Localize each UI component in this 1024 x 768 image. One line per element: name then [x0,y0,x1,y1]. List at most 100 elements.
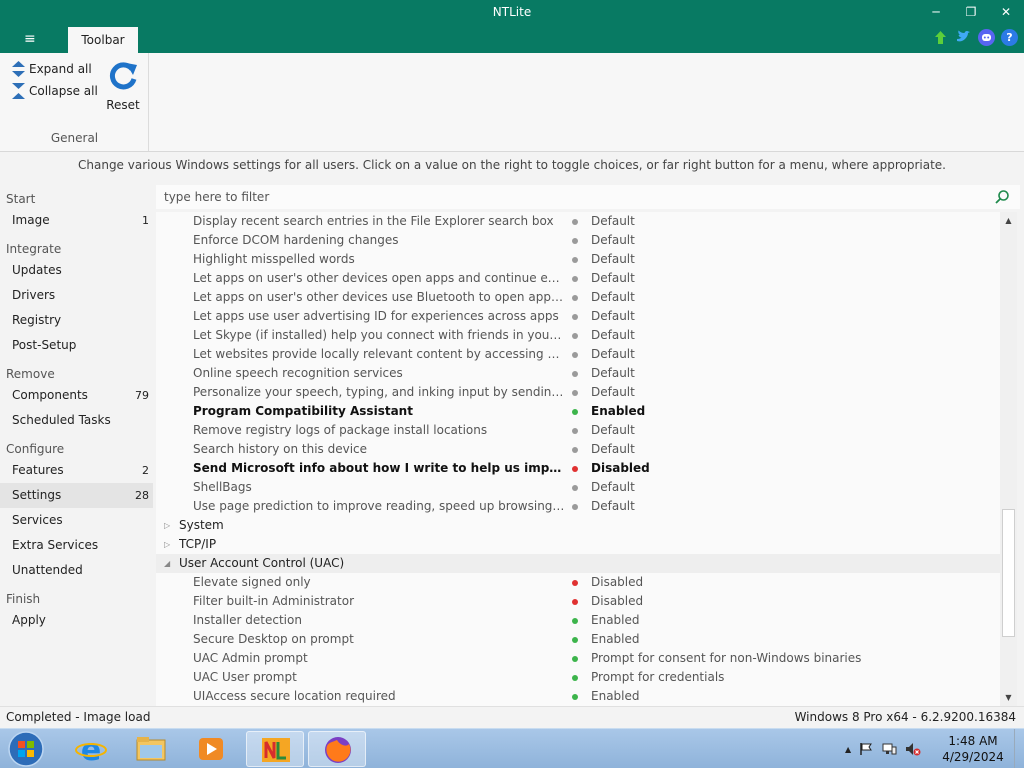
sidebar-item-extra-services[interactable]: Extra Services [0,533,153,558]
media-player-icon[interactable] [182,731,240,767]
setting-value[interactable]: Default [591,383,635,402]
reset-button[interactable]: Reset [105,59,141,112]
setting-value[interactable]: Default [591,250,635,269]
setting-value[interactable]: Enabled [591,402,645,421]
sidebar-item-unattended[interactable]: Unattended [0,558,153,583]
setting-row[interactable]: Remove registry logs of package install … [156,421,1000,440]
setting-value[interactable]: Default [591,345,635,364]
setting-row[interactable]: Let Skype (if installed) help you connec… [156,326,1000,345]
setting-row[interactable]: Installer detection Enabled [156,611,1000,630]
restore-button[interactable]: ❐ [957,3,985,21]
scroll-thumb[interactable] [1002,509,1015,637]
tab-toolbar[interactable]: Toolbar [68,27,138,53]
menu-icon[interactable]: ≡ [24,31,36,47]
sidebar-item-features[interactable]: Features 2 [0,458,153,483]
filter-input[interactable] [164,188,984,206]
help-icon[interactable]: ? [1001,29,1018,46]
setting-row[interactable]: Secure Desktop on prompt Enabled [156,630,1000,649]
setting-row[interactable]: Filter built-in Administrator Disabled [156,592,1000,611]
collapse-arrow-icon[interactable]: ◢ [164,554,170,573]
setting-row[interactable]: Personalize your speech, typing, and ink… [156,383,1000,402]
expand-all-button[interactable]: Expand all [12,61,92,77]
vertical-scrollbar[interactable]: ▲ ▼ [1000,212,1017,706]
setting-name: UAC User prompt [193,670,297,684]
setting-row[interactable]: Online speech recognition services Defaul… [156,364,1000,383]
scroll-down-icon[interactable]: ▼ [1000,689,1017,706]
setting-value[interactable]: Default [591,497,635,516]
group-row[interactable]: ◢ User Account Control (UAC) [156,554,1000,573]
sidebar-item-components[interactable]: Components 79 [0,383,153,408]
expand-arrow-icon[interactable]: ▷ [164,535,170,554]
taskbar: e ▲ 1:48 AM 4/29/2024 [0,728,1024,768]
setting-value[interactable]: Default [591,288,635,307]
sidebar-item-image[interactable]: Image 1 [0,208,153,233]
setting-row[interactable]: Let apps on user's other devices open ap… [156,269,1000,288]
setting-row[interactable]: Search history on this device Default [156,440,1000,459]
setting-value[interactable]: Enabled [591,611,640,630]
setting-value[interactable]: Enabled [591,630,640,649]
sidebar-item-registry[interactable]: Registry [0,308,153,333]
setting-row[interactable]: Let apps on user's other devices use Blu… [156,288,1000,307]
search-icon[interactable] [994,189,1010,205]
setting-name: Let apps on user's other devices open ap… [193,271,565,285]
sidebar-item-post-setup[interactable]: Post-Setup [0,333,153,358]
setting-value[interactable]: Default [591,307,635,326]
setting-value[interactable]: Default [591,269,635,288]
setting-row[interactable]: ShellBags Default [156,478,1000,497]
network-icon[interactable] [881,742,897,756]
sidebar-item-settings[interactable]: Settings 28 [0,483,153,508]
setting-value[interactable]: Default [591,421,635,440]
setting-row[interactable]: UAC Admin prompt Prompt for consent for n… [156,649,1000,668]
discord-icon[interactable] [978,29,995,46]
volume-muted-icon[interactable] [905,742,921,756]
setting-row[interactable]: Program Compatibility Assistant Enabled [156,402,1000,421]
twitter-icon[interactable] [955,29,972,46]
windows-start-icon[interactable] [6,730,46,768]
sidebar-item-drivers[interactable]: Drivers [0,283,153,308]
ntlite-icon[interactable] [246,731,304,767]
sidebar-item-apply[interactable]: Apply [0,608,153,633]
setting-row[interactable]: Let websites provide locally relevant co… [156,345,1000,364]
group-row[interactable]: ▷ TCP/IP [156,535,1000,554]
file-explorer-icon[interactable] [122,731,180,767]
internet-explorer-icon[interactable]: e [62,731,120,768]
close-button[interactable]: ✕ [992,3,1020,21]
setting-row[interactable]: Elevate signed only Disabled [156,573,1000,592]
upload-arrow-icon[interactable] [932,29,949,46]
expand-arrow-icon[interactable]: ▷ [164,516,170,535]
setting-value[interactable]: Prompt for consent for non-Windows binar… [591,649,861,668]
taskbar-clock[interactable]: 1:48 AM 4/29/2024 [942,733,1004,765]
setting-value[interactable]: Prompt for credentials [591,668,724,687]
setting-row[interactable]: UAC User prompt Prompt for credentials [156,668,1000,687]
setting-name: Highlight misspelled words [193,252,355,266]
setting-value[interactable]: Default [591,212,635,231]
collapse-all-button[interactable]: Collapse all [12,83,98,99]
sidebar-item-services[interactable]: Services [0,508,153,533]
setting-name: Let websites provide locally relevant co… [193,347,565,361]
setting-row[interactable]: Display recent search entries in the Fil… [156,212,1000,231]
setting-value[interactable]: Enabled [591,687,640,706]
setting-row[interactable]: Highlight misspelled words Default [156,250,1000,269]
setting-value[interactable]: Disabled [591,459,650,478]
setting-value[interactable]: Disabled [591,592,643,611]
setting-row[interactable]: Let apps use user advertising ID for exp… [156,307,1000,326]
setting-value[interactable]: Default [591,364,635,383]
group-row[interactable]: ▷ System [156,516,1000,535]
setting-row[interactable]: UIAccess secure location required Enabled [156,687,1000,706]
sidebar-item-updates[interactable]: Updates [0,258,153,283]
setting-row[interactable]: Use page prediction to improve reading, … [156,497,1000,516]
setting-value[interactable]: Default [591,231,635,250]
tray-expand-icon[interactable]: ▲ [845,745,851,754]
show-desktop-button[interactable] [1014,729,1024,768]
setting-value[interactable]: Default [591,478,635,497]
setting-value[interactable]: Default [591,326,635,345]
scroll-up-icon[interactable]: ▲ [1000,212,1017,229]
flag-icon[interactable] [859,742,873,756]
setting-value[interactable]: Default [591,440,635,459]
minimize-button[interactable]: ─ [922,3,950,21]
sidebar-item-scheduled-tasks[interactable]: Scheduled Tasks [0,408,153,433]
setting-row[interactable]: Enforce DCOM hardening changes Default [156,231,1000,250]
setting-value[interactable]: Disabled [591,573,643,592]
setting-row[interactable]: Send Microsoft info about how I write to… [156,459,1000,478]
firefox-icon[interactable] [308,731,366,767]
